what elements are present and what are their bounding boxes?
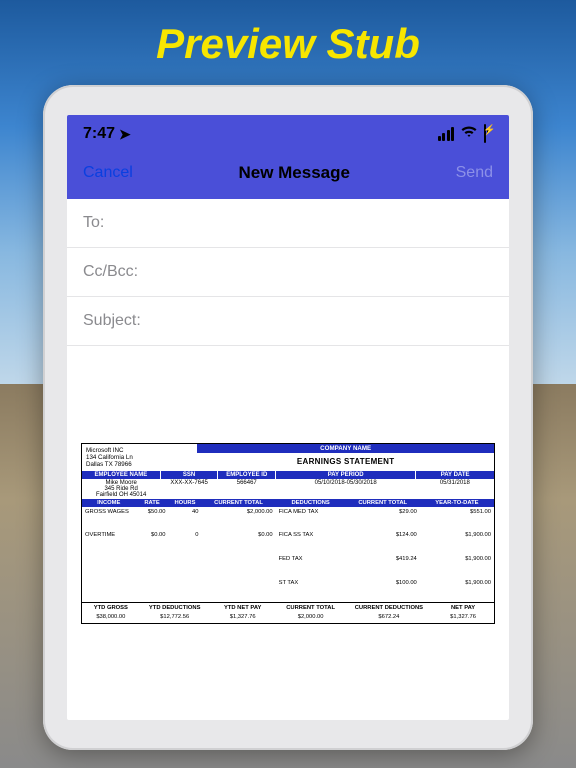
wifi-icon	[460, 125, 478, 143]
deduction-label: ST TAX	[276, 578, 346, 602]
nav-bar: Cancel New Message Send	[67, 149, 509, 199]
to-input[interactable]	[110, 214, 493, 232]
col-pay-period: PAY PERIOD	[276, 471, 416, 479]
income-total: $2,000.00	[201, 507, 275, 531]
pay-date: 05/31/2018	[416, 479, 494, 499]
deduction-label: FED TAX	[276, 554, 346, 578]
hdr-rate: RATE	[136, 499, 169, 507]
company-name: Microsoft INC	[86, 447, 193, 454]
val-ytd-gross: $38,000.00	[82, 613, 140, 623]
val-ytd-ded: $12,772.56	[140, 613, 210, 623]
lbl-ytd-ded: YTD DEDUCTIONS	[140, 602, 210, 613]
location-icon: ➤	[119, 126, 131, 143]
cc-input[interactable]	[144, 263, 493, 281]
lbl-ytd-net: YTD NET PAY	[210, 602, 276, 613]
status-bar: 7:47 ➤	[67, 115, 509, 149]
company-addr2: Dallas TX 78966	[86, 461, 193, 468]
income-hours: 40	[169, 507, 202, 531]
hdr-curr-total-left: CURRENT TOTAL	[201, 499, 275, 507]
pay-period: 05/10/2018-05/30/2018	[276, 479, 416, 499]
company-header: COMPANY NAME	[197, 444, 494, 453]
hdr-hours: HOURS	[169, 499, 202, 507]
cc-field-row[interactable]: Cc/Bcc:	[67, 248, 509, 297]
hdr-curr-total-right: CURRENT TOTAL	[346, 499, 420, 507]
deduction-label: FICA SS TAX	[276, 530, 346, 554]
hdr-ytd: YEAR-TO-DATE	[420, 499, 494, 507]
val-curr-ded: $672.24	[346, 613, 433, 623]
deduction-curr: $100.00	[346, 578, 420, 602]
deduction-curr: $419.24	[346, 554, 420, 578]
income-label	[82, 554, 136, 578]
income-rate: $0.00	[136, 530, 169, 554]
income-label	[82, 578, 136, 602]
deduction-curr: $29.00	[346, 507, 420, 531]
col-emp-name: EMPLOYEE NAME	[82, 471, 160, 479]
income-rate	[136, 554, 169, 578]
val-curr-tot: $2,000.00	[276, 613, 346, 623]
emp-addr2: Fairfield OH 45014	[85, 492, 157, 498]
ipad-frame: 7:47 ➤ Cancel New Message Send	[43, 85, 533, 750]
lbl-curr-ded: CURRENT DEDUCTIONS	[346, 602, 433, 613]
lbl-curr-tot: CURRENT TOTAL	[276, 602, 346, 613]
income-hours	[169, 578, 202, 602]
income-hours	[169, 554, 202, 578]
send-button[interactable]: Send	[456, 164, 493, 182]
promo-title: Preview Stub	[0, 20, 576, 68]
app-header: 7:47 ➤ Cancel New Message Send	[67, 115, 509, 199]
subject-field-row[interactable]: Subject:	[67, 297, 509, 346]
income-hours: 0	[169, 530, 202, 554]
charging-icon	[485, 128, 493, 138]
status-time: 7:47	[83, 125, 115, 143]
ssn: XXX-XX-7645	[160, 479, 218, 499]
cancel-button[interactable]: Cancel	[83, 164, 133, 182]
income-label: GROSS WAGES	[82, 507, 136, 531]
val-net-pay: $1,327.76	[432, 613, 494, 623]
income-rate: $50.00	[136, 507, 169, 531]
company-addr1: 134 California Ln	[86, 454, 193, 461]
hdr-deductions: DEDUCTIONS	[276, 499, 346, 507]
to-label: To:	[83, 214, 104, 232]
subject-label: Subject:	[83, 312, 141, 330]
earnings-title: EARNINGS STATEMENT	[197, 453, 494, 470]
income-total	[201, 554, 275, 578]
deduction-ytd: $1,900.00	[420, 554, 494, 578]
compose-fields: To: Cc/Bcc: Subject:	[67, 199, 509, 346]
deduction-ytd: $1,900.00	[420, 530, 494, 554]
paystub-attachment[interactable]: Microsoft INC 134 California Ln Dallas T…	[81, 443, 495, 624]
lbl-ytd-gross: YTD GROSS	[82, 602, 140, 613]
lbl-net-pay: NET PAY	[432, 602, 494, 613]
val-ytd-net: $1,327.76	[210, 613, 276, 623]
cc-label: Cc/Bcc:	[83, 263, 138, 281]
nav-title: New Message	[238, 163, 350, 183]
income-rate	[136, 578, 169, 602]
emp-id: 566467	[218, 479, 276, 499]
deduction-ytd: $551.00	[420, 507, 494, 531]
message-body[interactable]: Microsoft INC 134 California Ln Dallas T…	[67, 346, 509, 720]
col-pay-date: PAY DATE	[416, 471, 494, 479]
cellular-icon	[438, 127, 455, 141]
col-ssn: SSN	[160, 471, 218, 479]
income-total: $0.00	[201, 530, 275, 554]
hdr-income: INCOME	[82, 499, 136, 507]
to-field-row[interactable]: To:	[67, 199, 509, 248]
deduction-curr: $124.00	[346, 530, 420, 554]
deduction-label: FICA MED TAX	[276, 507, 346, 531]
col-emp-id: EMPLOYEE ID	[218, 471, 276, 479]
income-total	[201, 578, 275, 602]
deduction-ytd: $1,900.00	[420, 578, 494, 602]
income-label: OVERTIME	[82, 530, 136, 554]
subject-input[interactable]	[147, 312, 493, 330]
screen: 7:47 ➤ Cancel New Message Send	[67, 115, 509, 720]
